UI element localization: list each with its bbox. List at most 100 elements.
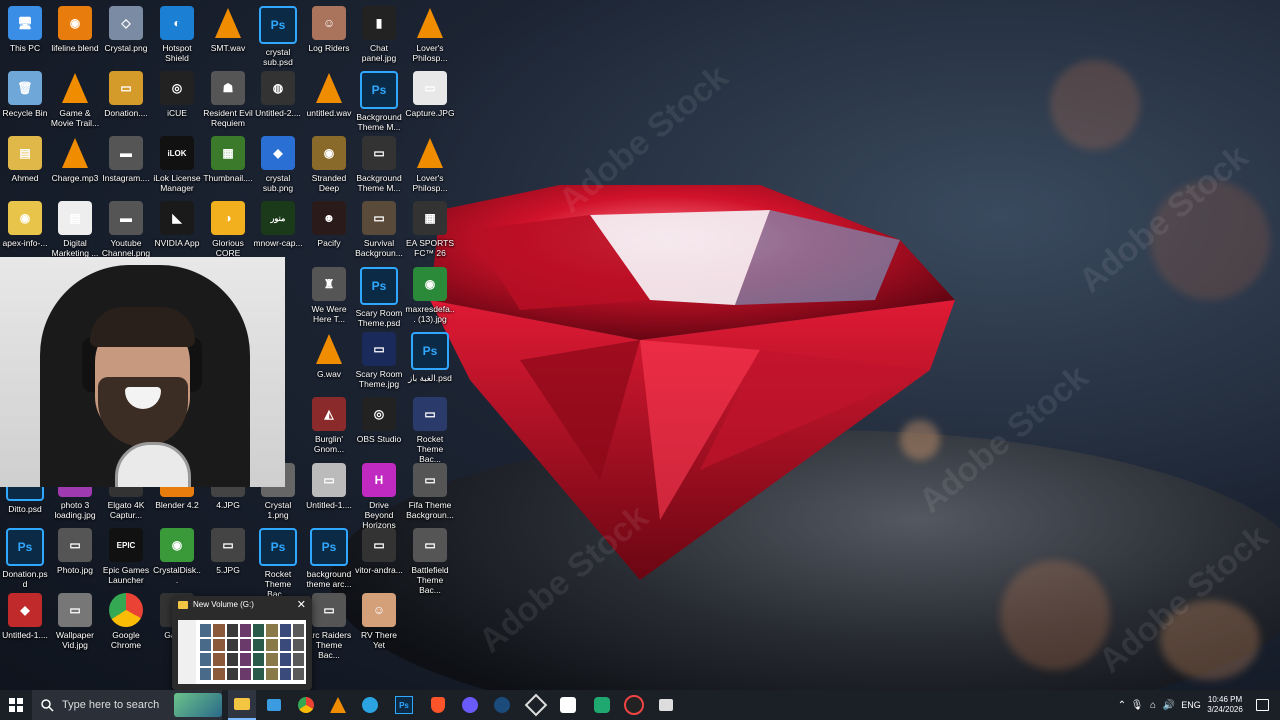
desktop-icon[interactable]: ▭ Wallpaper Vid.jpg (50, 593, 100, 650)
desktop-icon[interactable]: ▮ Chat panel.jpg (354, 6, 404, 63)
desktop-icon[interactable]: ▦ EA SPORTS FC™ 26 (405, 201, 455, 258)
desktop-icon[interactable]: ◐ Hotspot Shield (152, 6, 202, 63)
desktop-icon[interactable]: ▭ vitor-andra... (354, 528, 404, 575)
app-icon (462, 697, 478, 713)
desktop-icon[interactable]: Ps Background Theme M... (354, 71, 404, 132)
desktop-icon[interactable]: EPIC Epic Games Launcher (101, 528, 151, 585)
thumbnail (292, 638, 304, 651)
file-icon: ☗ (211, 71, 245, 105)
desktop-icon[interactable]: H Drive Beyond Horizons (354, 463, 404, 530)
window-icon (659, 699, 673, 711)
desktop-icon[interactable]: iLOK iLok License Manager (152, 136, 202, 193)
desktop-icon[interactable]: ▦ Thumbnail.... (203, 136, 253, 183)
start-button[interactable] (0, 690, 32, 720)
notification-button[interactable] (1250, 690, 1274, 720)
desktop-icon-label: Log Riders (308, 43, 350, 53)
taskbar-app[interactable] (652, 690, 680, 720)
vlc-file-icon (312, 332, 346, 366)
desktop-icon[interactable]: Ps الغبة باز.psd (405, 332, 455, 383)
taskbar-file-explorer[interactable] (228, 690, 256, 720)
taskbar-brave[interactable] (424, 690, 452, 720)
search-box[interactable]: Type here to search (32, 690, 222, 720)
desktop-icon[interactable]: ◭ Burglin' Gnom... (304, 397, 354, 454)
desktop-icon[interactable]: ▭ Donation.... (101, 71, 151, 118)
thumbnail (253, 638, 265, 651)
photoshop-file-icon: Ps (360, 267, 398, 305)
desktop-icon[interactable]: ▭ Battlefield Theme Bac... (405, 528, 455, 595)
desktop-icon[interactable]: Ps Scary Room Theme.psd (354, 267, 404, 328)
desktop-icon[interactable]: ◉ maxresdefa... (13).jpg (405, 267, 455, 324)
desktop-icon[interactable]: ◉ Stranded Deep (304, 136, 354, 193)
desktop-icon[interactable]: ▬ Youtube Channel.png (101, 201, 151, 258)
desktop-icon[interactable]: Ps crystal sub.psd (253, 6, 303, 67)
desktop-icon[interactable]: Lover's Philosp... (405, 136, 455, 193)
file-icon: ▭ (211, 528, 245, 562)
desktop-icon-label: crystal sub.psd (263, 47, 293, 67)
desktop-icon[interactable]: Ps Donation.psd (0, 528, 50, 589)
taskbar-app[interactable] (456, 690, 484, 720)
desktop-icon[interactable]: ◆ Untitled-1.... (0, 593, 50, 640)
tray-chevron-up-icon[interactable]: ⌃ (1114, 690, 1130, 720)
desktop-icon[interactable]: ◍ Untitled-2.... (253, 71, 303, 118)
desktop-icon[interactable]: ▤ Digital Marketing ... (50, 201, 100, 258)
desktop-icon[interactable]: Ps background theme arc... (304, 528, 354, 589)
desktop-icon[interactable]: ◑ Glorious CORE (203, 201, 253, 258)
volume-icon[interactable]: 🔊 (1162, 690, 1176, 720)
desktop-icon-label: Untitled-1.... (306, 500, 352, 510)
desktop-icon[interactable]: ▭ Fifa Theme Backgroun... (405, 463, 455, 520)
desktop-icon[interactable]: ▭ 5.JPG (203, 528, 253, 575)
taskbar-app[interactable] (522, 690, 550, 720)
desktop-icon[interactable]: Lover's Philosp... (405, 6, 455, 63)
desktop-icon[interactable]: ◎ OBS Studio (354, 397, 404, 444)
taskbar-chrome[interactable] (292, 690, 320, 720)
taskbar-photoshop[interactable]: Ps (390, 690, 418, 720)
desktop-icon[interactable]: 🗑 Recycle Bin (0, 71, 50, 118)
file-icon: ◉ (8, 201, 42, 235)
thumbnail (292, 653, 304, 666)
taskbar-app[interactable] (260, 690, 288, 720)
network-icon[interactable]: ⌂ (1146, 690, 1160, 720)
microphone-icon[interactable]: 🎙 (1130, 690, 1144, 720)
desktop-icon[interactable]: Charge.mp3 (50, 136, 100, 183)
desktop-icon[interactable]: untitled.wav (304, 71, 354, 118)
taskbar-app[interactable] (588, 690, 616, 720)
desktop-icon[interactable]: ◉ apex-info-... (0, 201, 50, 248)
desktop-icon[interactable]: 🖥 This PC (0, 6, 50, 53)
desktop-icon[interactable]: Ps Rocket Theme Bac... (253, 528, 303, 599)
desktop-icon[interactable]: ▭ Photo.jpg (50, 528, 100, 575)
desktop-icon[interactable]: ▭ Capture.JPG (405, 71, 455, 118)
desktop-icon[interactable]: ♜ We Were Here T... (304, 267, 354, 324)
desktop-icon[interactable]: ☺ RV There Yet (354, 593, 404, 650)
desktop-icon[interactable]: ▭ Untitled-1.... (304, 463, 354, 510)
desktop-icon[interactable]: ▭ Scary Room Theme.jpg (354, 332, 404, 389)
desktop-icon[interactable]: ◉ lifeline.blend (50, 6, 100, 53)
desktop-icon[interactable]: ◎ iCUE (152, 71, 202, 118)
taskbar-obs[interactable] (620, 690, 648, 720)
close-icon[interactable]: ✕ (297, 598, 306, 611)
desktop-icon[interactable]: ▭ Rocket Theme Bac... (405, 397, 455, 464)
taskbar-vlc[interactable] (324, 690, 352, 720)
desktop-icon[interactable]: ◣ NVIDIA App (152, 201, 202, 248)
desktop-icon[interactable]: ▤ Ahmed (0, 136, 50, 183)
taskbar-capcut[interactable] (554, 690, 582, 720)
desktop-icon[interactable]: ▭ Survival Backgroun... (354, 201, 404, 258)
language-indicator[interactable]: ENG (1178, 690, 1204, 720)
desktop-icon[interactable]: منور mnowr-cap... (253, 201, 303, 248)
desktop-icon[interactable]: G.wav (304, 332, 354, 379)
desktop-icon[interactable]: SMT.wav (203, 6, 253, 53)
desktop-icon[interactable]: ☺ Log Riders (304, 6, 354, 53)
desktop-icon[interactable]: Game & Movie Trail... (50, 71, 100, 128)
desktop-icon[interactable]: ◉ CrystalDisk... (152, 528, 202, 585)
desktop-icon[interactable]: ◇ Crystal.png (101, 6, 151, 53)
desktop-icon[interactable]: ▬ Instagram.... (101, 136, 151, 183)
desktop-icon-label: SMT.wav (210, 43, 246, 53)
desktop-icon[interactable]: ◆ crystal sub.png (253, 136, 303, 193)
desktop-icon[interactable]: ☻ Pacify (304, 201, 354, 248)
desktop-icon[interactable]: Google Chrome (101, 593, 151, 650)
desktop-icon[interactable]: ▭ Background Theme M... (354, 136, 404, 193)
taskbar-telegram[interactable] (356, 690, 384, 720)
desktop-icon[interactable]: ☗ Resident Evil Requiem (203, 71, 253, 128)
taskbar-steam[interactable] (488, 690, 516, 720)
clock[interactable]: 10:46 PM 3/24/2026 (1204, 690, 1246, 720)
taskbar-window-preview[interactable]: New Volume (G:) ✕ (172, 596, 312, 690)
